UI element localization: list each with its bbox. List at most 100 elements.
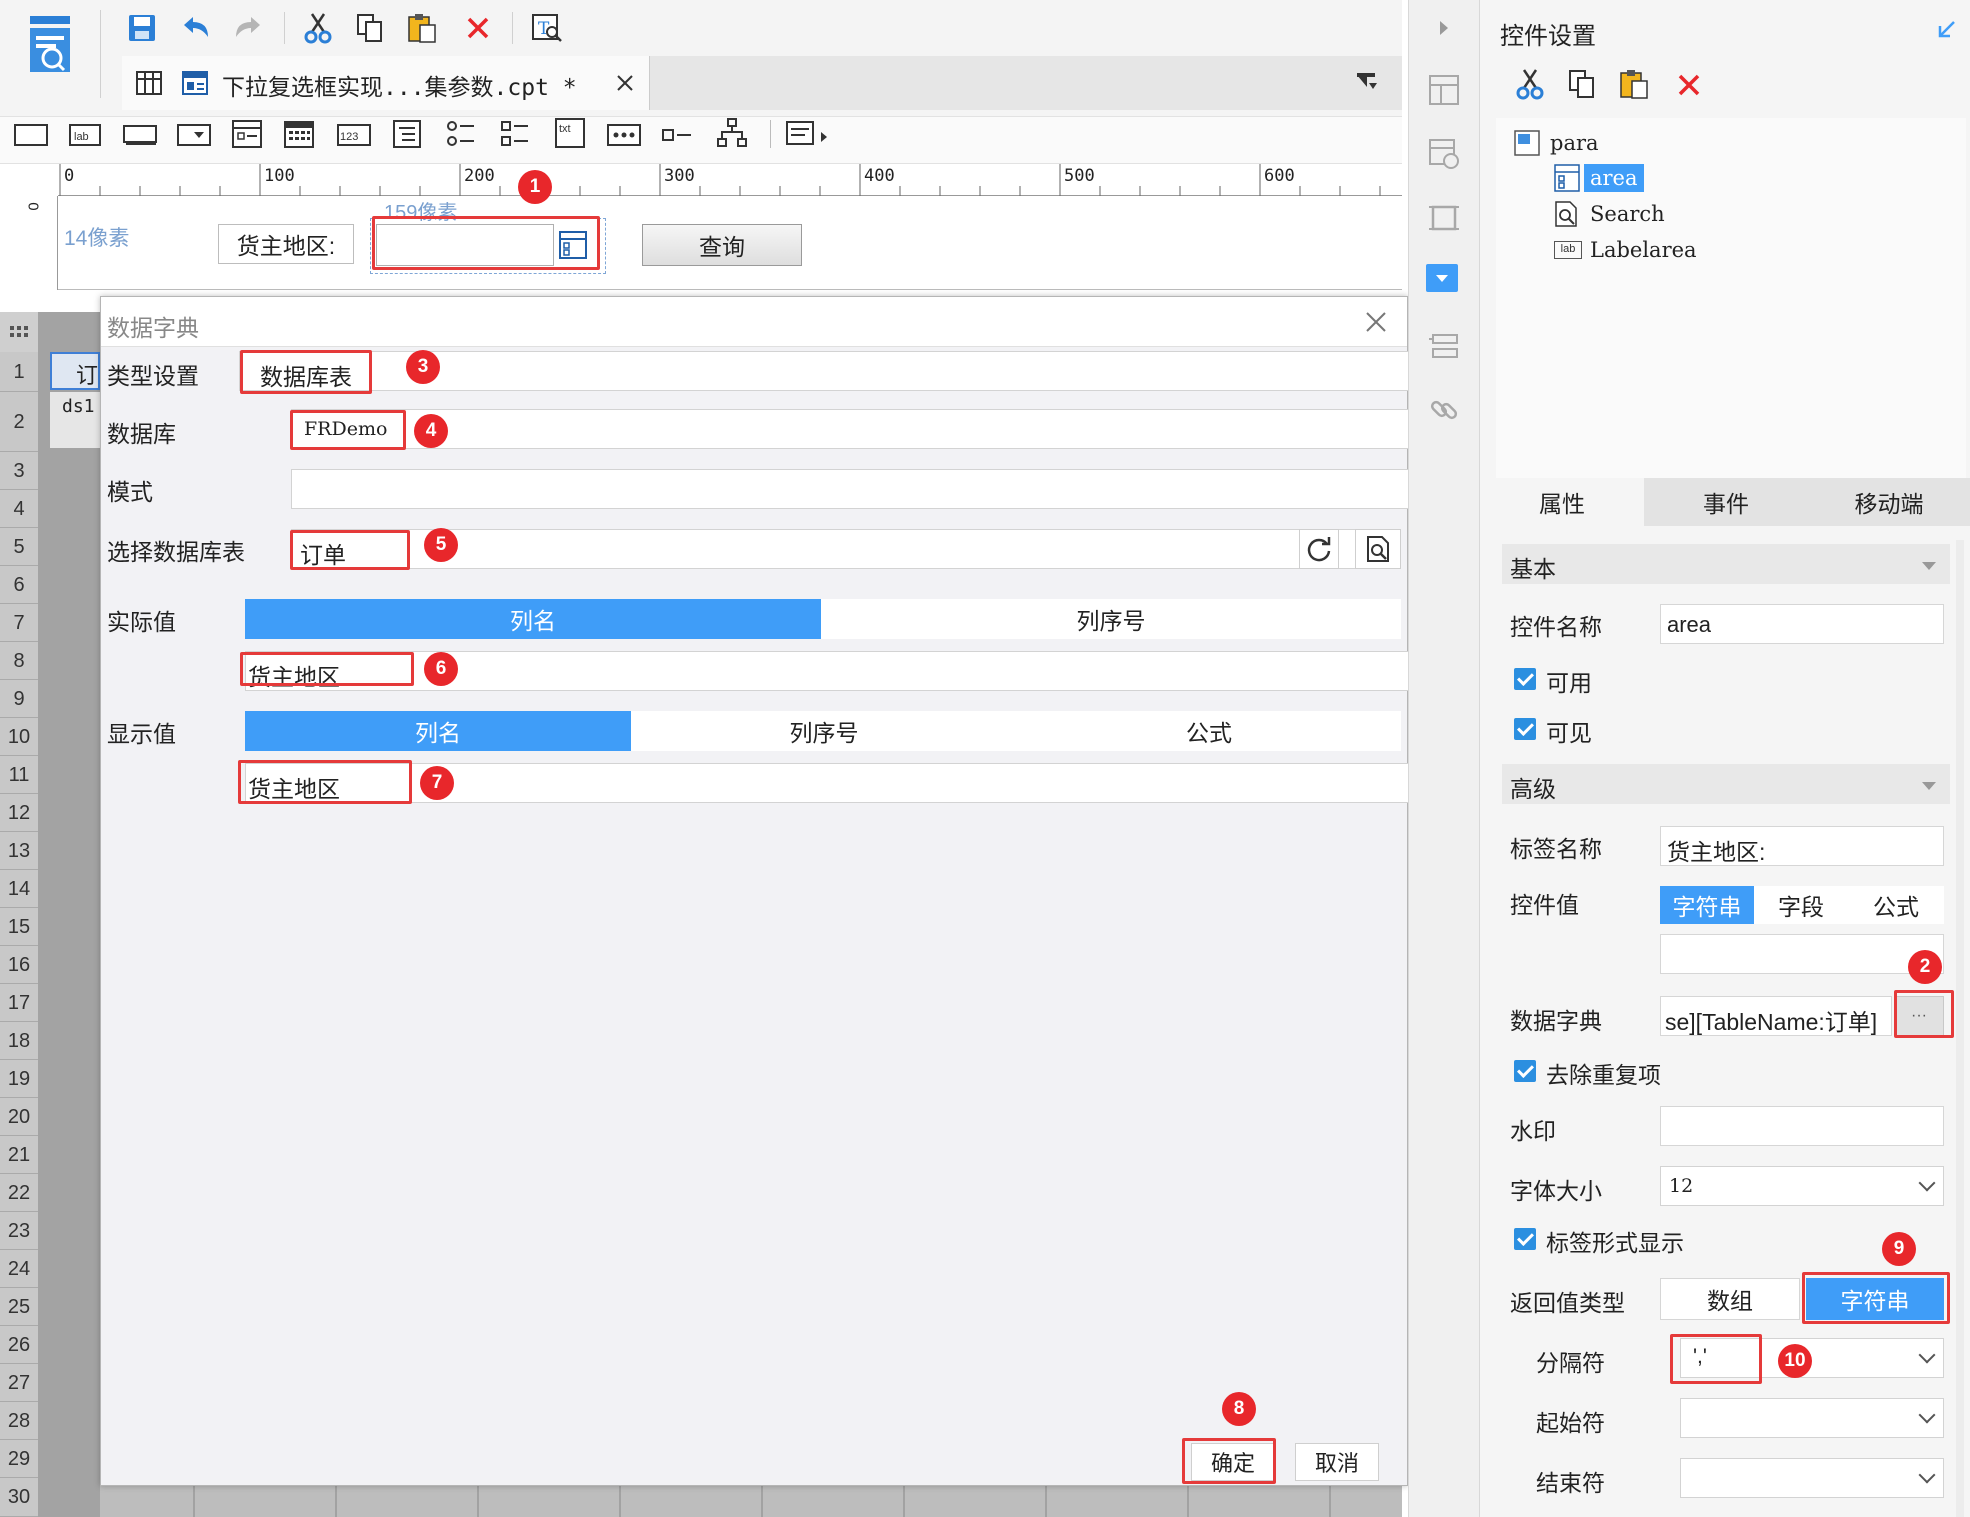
tab-events[interactable]: 事件: [1644, 478, 1808, 526]
password-widget-icon[interactable]: [606, 122, 642, 148]
panel-copy-icon[interactable]: [1564, 66, 1600, 102]
dedupe-checkbox[interactable]: [1514, 1060, 1536, 1082]
redo-icon[interactable]: [230, 10, 266, 46]
row-header[interactable]: 11: [0, 756, 38, 794]
row-header[interactable]: 22: [0, 1174, 38, 1212]
param-label[interactable]: 货主地区:: [218, 224, 354, 264]
button-widget-icon[interactable]: [122, 122, 158, 148]
cell-a2[interactable]: ds1: [50, 392, 100, 448]
paste-icon[interactable]: [404, 10, 440, 46]
frame-icon[interactable]: [1424, 198, 1464, 238]
more-widgets-icon[interactable]: [784, 116, 834, 152]
textarea-widget-icon[interactable]: txt: [552, 116, 588, 150]
query-button[interactable]: 查询: [642, 224, 802, 266]
row-header[interactable]: 4: [0, 490, 38, 528]
tab-menu-icon[interactable]: [1352, 66, 1384, 98]
combocheckbox-widget-icon[interactable]: [230, 118, 264, 150]
row-header[interactable]: 26: [0, 1326, 38, 1364]
combobox-widget-icon[interactable]: [176, 122, 212, 148]
row-header[interactable]: 21: [0, 1136, 38, 1174]
visible-checkbox[interactable]: [1514, 718, 1536, 740]
delete-icon[interactable]: [460, 10, 496, 46]
save-icon[interactable]: [124, 10, 160, 46]
basic-section-header[interactable]: 基本: [1502, 544, 1950, 584]
tree-combobox-widget-icon[interactable]: [714, 116, 750, 150]
row-header[interactable]: 5: [0, 528, 38, 566]
row-header[interactable]: 2: [0, 392, 38, 452]
date-widget-icon[interactable]: [282, 118, 316, 150]
hyperlink-icon[interactable]: [1424, 390, 1464, 430]
value-tab-field[interactable]: 字段: [1754, 886, 1848, 924]
actual-tab-column-name[interactable]: 列名: [245, 599, 821, 639]
tree-widget-icon[interactable]: [390, 118, 424, 150]
undo-icon[interactable]: [178, 10, 214, 46]
collapse-panel-icon[interactable]: [1932, 14, 1962, 44]
database-select[interactable]: FRDemo: [291, 409, 1501, 449]
widget-settings-tab-icon[interactable]: [1426, 264, 1458, 292]
form-layout-icon[interactable]: [1424, 70, 1464, 110]
value-tab-string[interactable]: 字符串: [1660, 886, 1754, 924]
font-size-select[interactable]: 12: [1660, 1166, 1944, 1206]
cell-a1[interactable]: 订: [50, 352, 100, 390]
advanced-section-header[interactable]: 高级: [1502, 764, 1950, 804]
tag-display-checkbox[interactable]: [1514, 1228, 1536, 1250]
row-header[interactable]: 7: [0, 604, 38, 642]
start-char-select[interactable]: [1680, 1398, 1944, 1438]
value-tab-formula[interactable]: 公式: [1848, 886, 1944, 924]
enabled-checkbox[interactable]: [1514, 668, 1536, 690]
panel-scrollbar-track[interactable]: [1956, 540, 1964, 1517]
radio-group-widget-icon[interactable]: [444, 118, 478, 150]
preview-button[interactable]: [1355, 529, 1401, 569]
row-header[interactable]: 12: [0, 794, 38, 832]
data-dictionary-field[interactable]: se][TableName:订单]: [1660, 996, 1892, 1036]
widget-value-input[interactable]: [1660, 934, 1944, 974]
row-header[interactable]: 15: [0, 908, 38, 946]
cut-icon[interactable]: [300, 10, 336, 46]
checkbox-widget-icon[interactable]: [660, 122, 696, 148]
row-header[interactable]: 6: [0, 566, 38, 604]
row-header[interactable]: 17: [0, 984, 38, 1022]
row-header[interactable]: 14: [0, 870, 38, 908]
row-header[interactable]: 25: [0, 1288, 38, 1326]
row-header[interactable]: 23: [0, 1212, 38, 1250]
display-tab-column-name[interactable]: 列名: [245, 711, 631, 751]
cell-attribute-icon[interactable]: [1424, 134, 1464, 174]
row-header[interactable]: 30: [0, 1478, 38, 1517]
row-header[interactable]: 24: [0, 1250, 38, 1288]
row-header[interactable]: 27: [0, 1364, 38, 1402]
row-header[interactable]: 10: [0, 718, 38, 756]
text-search-icon[interactable]: T: [528, 10, 566, 46]
row-header[interactable]: 13: [0, 832, 38, 870]
row-header[interactable]: 18: [0, 1022, 38, 1060]
refresh-button[interactable]: [1299, 529, 1339, 569]
app-menu-logo[interactable]: [28, 14, 74, 105]
row-header[interactable]: 3: [0, 452, 38, 490]
dialog-close-icon[interactable]: [1359, 307, 1393, 337]
row-header[interactable]: 20: [0, 1098, 38, 1136]
widget-name-input[interactable]: area: [1660, 604, 1944, 644]
panel-cut-icon[interactable]: [1512, 66, 1548, 102]
document-tab[interactable]: 下拉复选框实现...集参数.cpt *: [122, 56, 650, 110]
watermark-input[interactable]: [1660, 1106, 1944, 1146]
tree-node-para[interactable]: para: [1514, 128, 1599, 158]
row-header[interactable]: 29: [0, 1440, 38, 1478]
close-tab-icon[interactable]: [612, 70, 638, 96]
display-tab-formula[interactable]: 公式: [1017, 711, 1401, 751]
row-header[interactable]: 1: [0, 352, 38, 392]
copy-icon[interactable]: [352, 10, 388, 46]
tree-node-search[interactable]: Search: [1554, 198, 1665, 230]
tree-node-area[interactable]: area: [1554, 162, 1644, 194]
panel-delete-icon[interactable]: [1672, 68, 1706, 102]
actual-tab-column-index[interactable]: 列序号: [821, 599, 1401, 639]
tree-node-labelarea[interactable]: lab Labelarea: [1554, 234, 1697, 266]
checkbox-group-widget-icon[interactable]: [498, 118, 532, 150]
row-header[interactable]: 8: [0, 642, 38, 680]
end-char-select[interactable]: [1680, 1458, 1944, 1498]
row-header[interactable]: 16: [0, 946, 38, 984]
row-header[interactable]: 28: [0, 1402, 38, 1440]
cancel-button[interactable]: 取消: [1295, 1443, 1379, 1481]
tag-name-input[interactable]: 货主地区:: [1660, 826, 1944, 866]
return-type-array[interactable]: 数组: [1660, 1278, 1800, 1320]
schema-select[interactable]: [291, 469, 1501, 509]
row-header[interactable]: 9: [0, 680, 38, 718]
